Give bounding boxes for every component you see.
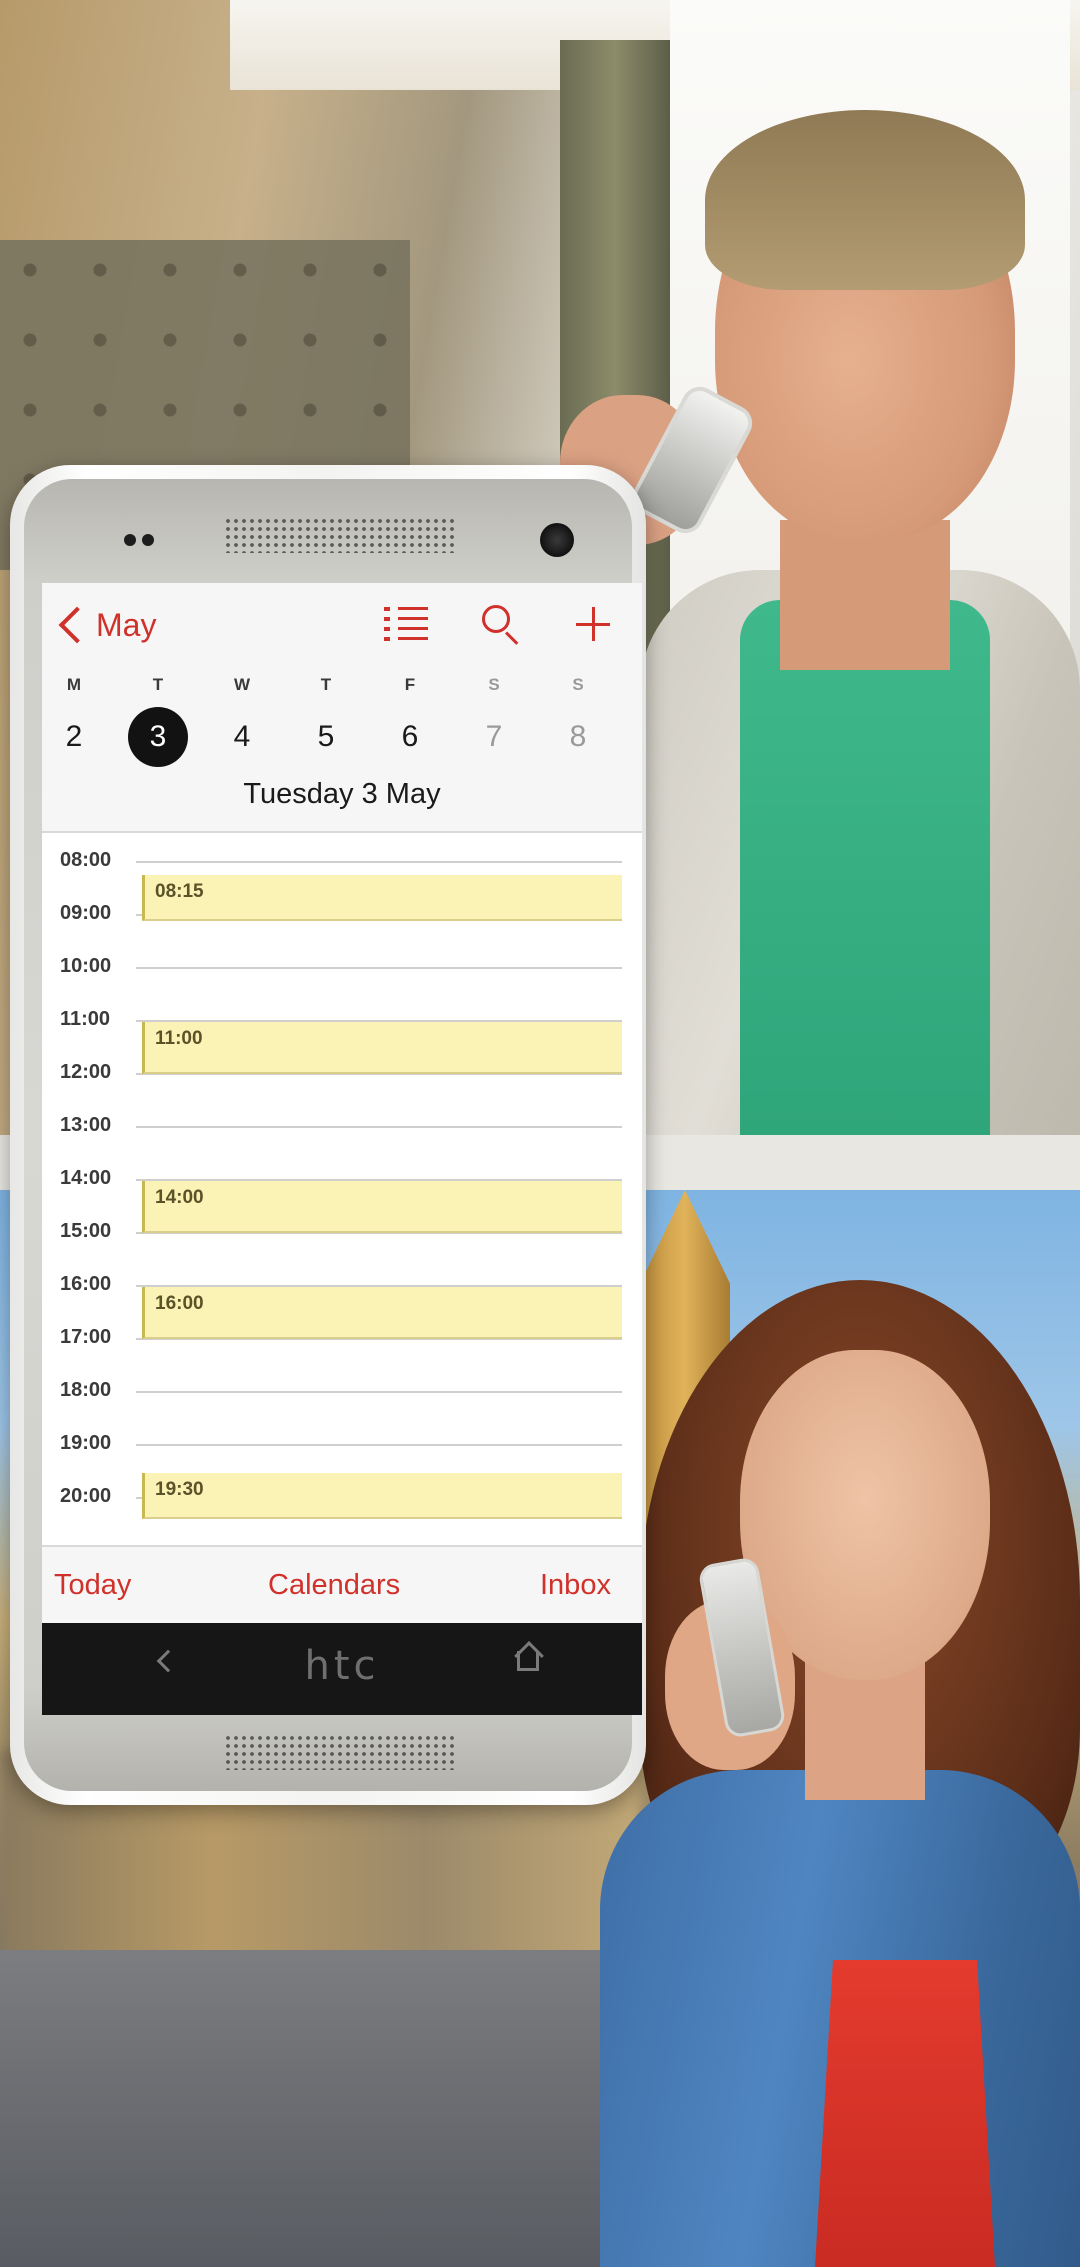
hour-label: 17:00 [60,1326,112,1348]
date-cell[interactable]: 5 [296,707,356,767]
calendar-event[interactable]: 16:00 [142,1287,622,1339]
calendar-event[interactable]: 11:00 [142,1022,622,1074]
event-time: 19:30 [155,1479,204,1500]
bottom-speaker-grille [224,1734,454,1770]
calendar-event[interactable]: 14:00 [142,1181,622,1233]
weekday-label: T [152,675,164,694]
phone-body: May M T W T F S S 2 3 4 5 6 7 8 Tuesday … [24,479,642,1791]
hour-label: 09:00 [60,902,112,924]
today-button[interactable]: Today [54,1569,131,1602]
weekday-label: T [320,675,332,694]
hour-label: 11:00 [60,1008,111,1030]
date-cell[interactable]: 7 [464,707,524,767]
hour-line [136,1126,622,1128]
front-camera-icon [540,523,574,557]
hour-line [136,861,622,863]
man-neck [780,520,950,670]
sensor-dots [124,534,164,546]
month-label: May [96,606,157,643]
list-view-icon[interactable] [384,601,432,649]
hour-label: 10:00 [60,955,112,977]
weekday-label: S [488,675,500,694]
hour-label: 16:00 [60,1273,112,1295]
hour-label: 20:00 [60,1485,112,1507]
phone-mockup: May M T W T F S S 2 3 4 5 6 7 8 Tuesday … [10,465,646,1805]
event-time: 11:00 [155,1028,203,1049]
street [0,1950,640,2267]
weekday-label: S [572,675,584,694]
weekday-row: M T W T F S S [42,675,642,699]
woman-red-top [815,1960,995,2267]
weekday-label: F [404,675,416,694]
weekday-label: W [233,675,251,694]
hour-label: 15:00 [60,1220,112,1242]
weekday-label: M [66,675,82,694]
date-row: 2 3 4 5 6 7 8 [42,707,642,767]
man-shirt [740,600,990,1135]
add-event-icon[interactable] [570,601,618,649]
nav-home-icon[interactable] [517,1651,539,1671]
calendar-event[interactable]: 19:30 [142,1473,622,1519]
hour-label: 08:00 [60,849,112,871]
man-hair [705,110,1025,290]
android-nav-bar: htc [42,1623,642,1715]
inbox-button[interactable]: Inbox [540,1569,611,1602]
date-cell[interactable]: 4 [212,707,272,767]
calendar-tab-bar: Today Calendars Inbox [42,1545,642,1623]
hour-label: 12:00 [60,1061,112,1083]
calendar-header: May M T W T F S S 2 3 4 5 6 7 8 Tuesday … [42,583,642,833]
selected-date-title: Tuesday 3 May [243,778,441,810]
top-speaker-grille [224,517,454,553]
search-icon[interactable] [478,601,526,649]
hour-label: 19:00 [60,1432,112,1454]
event-time: 16:00 [155,1293,204,1314]
date-cell[interactable]: 6 [380,707,440,767]
hour-line [136,1444,622,1446]
day-timeline[interactable]: 08:00 09:00 10:00 11:00 12:00 13:00 14:0… [42,835,642,1545]
date-cell[interactable]: 2 [44,707,104,767]
calendars-button[interactable]: Calendars [268,1569,400,1602]
date-cell[interactable]: 8 [548,707,608,767]
date-cell-selected[interactable]: 3 [128,707,188,767]
back-to-month-button[interactable]: May [54,601,156,649]
hour-label: 18:00 [60,1379,112,1401]
event-time: 14:00 [155,1187,204,1208]
hour-label: 14:00 [60,1167,112,1189]
event-time: 08:15 [155,881,204,902]
calendar-screen: May M T W T F S S 2 3 4 5 6 7 8 Tuesday … [42,583,642,1623]
device-brand-logo: htc [304,1643,380,1689]
hour-label: 13:00 [60,1114,112,1136]
chevron-left-icon [58,606,96,644]
hour-line [136,967,622,969]
hour-line [136,1391,622,1393]
calendar-event[interactable]: 08:15 [142,875,622,921]
